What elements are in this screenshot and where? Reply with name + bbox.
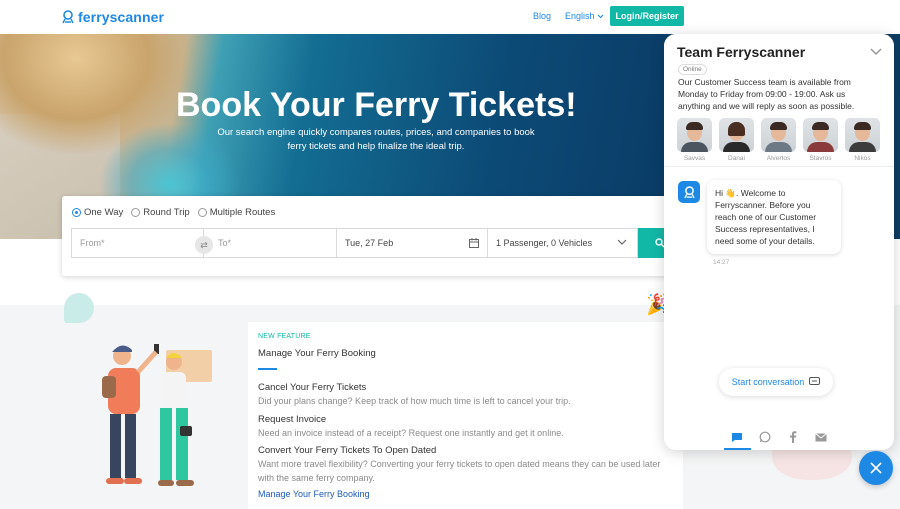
radio-round-trip[interactable]: Round Trip [131,207,190,218]
email-tab[interactable] [814,430,828,444]
manage-booking-link[interactable]: Manage Your Ferry Booking [258,489,370,499]
chevron-down-icon[interactable] [870,48,882,56]
agent-name: Savvas [683,155,706,162]
search-fields: From* ⇄ To* Tue, 27 Feb 1 Passenger, 0 V… [71,228,638,258]
bot-avatar [678,181,700,203]
search-box: One Way Round Trip Multiple Routes From*… [62,196,682,276]
radio-one-way[interactable]: One Way [72,207,123,218]
radio-indicator [131,208,141,217]
passengers-value: 1 Passenger, 0 Vehicles [496,238,593,248]
chat-divider [664,166,894,167]
avatar [677,118,712,152]
agent-name: Alvertos [766,155,791,162]
avatar [719,118,754,152]
chat-channel-tabs [664,424,894,450]
travelers-illustration [102,344,212,486]
whatsapp-icon [759,431,771,443]
whatsapp-tab[interactable] [758,430,772,444]
feature-item-title: Cancel Your Ferry Tickets [258,382,367,393]
start-conversation-label: Start conversation [731,377,805,387]
agent-avatar: Nikos [845,118,880,162]
nav-blog-link[interactable]: Blog [533,11,551,21]
radio-indicator [197,208,207,217]
chat-icon [732,432,742,442]
agent-avatar: Stavros [803,118,838,162]
chat-widget: Team Ferryscanner Online Our Customer Su… [664,34,894,450]
mail-icon [815,432,827,441]
chat-intro-text: Our Customer Success team is available f… [678,77,855,111]
chat-header: Team Ferryscanner Online Our Customer Su… [664,34,894,166]
chat-message-bubble: Hi 👋. Welcome to Ferryscanner. Before yo… [707,180,841,254]
to-placeholder: To* [218,238,232,248]
radio-label: One Way [84,207,124,218]
date-value: Tue, 27 Feb [345,238,394,248]
facebook-tab[interactable] [786,430,800,444]
start-conversation-button[interactable]: Start conversation [719,368,833,396]
decorative-blob [64,293,94,323]
radio-indicator [72,208,81,217]
chevron-down-icon [597,14,603,18]
online-status-badge: Online [678,64,707,75]
logo[interactable]: ferryscanner [62,9,164,25]
feature-item-desc: Need an invoice instead of a receipt? Re… [258,428,564,438]
feature-item-title: Convert Your Ferry Tickets To Open Dated [258,445,437,456]
from-placeholder: From* [80,238,105,248]
to-field[interactable]: To* [204,228,337,258]
chat-bubble-icon [809,377,821,385]
feature-item-desc: Did your plans change? Keep track of how… [258,396,571,406]
date-field[interactable]: Tue, 27 Feb [337,228,488,258]
calendar-icon [469,238,479,248]
feature-title: Manage Your Ferry Booking [258,348,376,359]
close-icon [870,462,882,474]
agent-avatar: Savvas [677,118,712,162]
from-field[interactable]: From* ⇄ [71,228,213,258]
chat-title: Team Ferryscanner [677,44,806,60]
chat-channel-tab[interactable] [730,430,744,444]
feature-card: NEW FEATURE Manage Your Ferry Booking Ca… [248,322,683,509]
agent-name: Stavros [809,155,832,162]
radio-multiple-routes[interactable]: Multiple Routes [197,207,276,218]
hero-title: Book Your Ferry Tickets! [176,86,577,124]
message-timestamp: 14:27 [713,259,730,266]
language-label: English [565,11,595,21]
feature-item-desc: Want more travel flexibility? Converting… [258,459,661,483]
ferryscanner-logo-icon [683,185,695,198]
chevron-down-icon [617,239,627,245]
new-feature-label: NEW FEATURE [258,333,311,340]
ferryscanner-logo-icon [62,10,74,24]
agent-avatar: Danai [719,118,754,162]
passengers-field[interactable]: 1 Passenger, 0 Vehicles [488,228,638,258]
trip-type-group: One Way Round Trip Multiple Routes [72,207,275,218]
logo-text: ferryscanner [78,9,165,25]
top-header: ferryscanner Blog English Login/Register [0,0,900,34]
agent-name: Danai [728,155,745,162]
avatar [845,118,880,152]
facebook-icon [790,431,797,443]
radio-label: Round Trip [143,207,190,218]
feature-item-title: Request Invoice [258,414,327,425]
swap-icon[interactable]: ⇄ [195,236,213,254]
agent-name: Nikos [854,155,871,162]
agent-list: Savvas Danai Alvertos Stavros Nikos [677,118,880,162]
hero-subtitle: Our search engine quickly compares route… [217,127,535,152]
agent-avatar: Alvertos [761,118,796,162]
language-selector[interactable]: English [565,11,604,21]
avatar [761,118,796,152]
chat-close-button[interactable] [859,451,893,485]
avatar [803,118,838,152]
active-tab-indicator [724,448,751,450]
radio-label: Multiple Routes [209,207,276,218]
login-register-button[interactable]: Login/Register [610,6,684,26]
title-underline [258,368,277,370]
